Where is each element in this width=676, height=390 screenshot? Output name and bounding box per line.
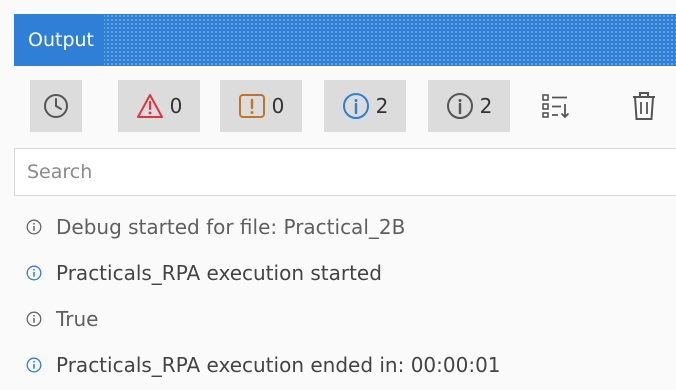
log-message: Practicals_RPA execution ended in: 00:00… xyxy=(56,353,501,377)
errors-filter-button[interactable]: 0 xyxy=(118,80,200,132)
output-toolbar: 0 0 2 2 xyxy=(14,66,676,146)
output-panel: Output 0 0 2 2 Search Debug started for … xyxy=(0,0,676,390)
info-circle-icon xyxy=(26,357,42,373)
trash-icon xyxy=(633,92,655,120)
warnings-count: 0 xyxy=(271,94,285,118)
list-collapse-icon xyxy=(542,94,570,119)
log-message: True xyxy=(56,307,99,331)
output-log: Debug started for file: Practical_2B Pra… xyxy=(14,204,676,388)
info-count: 2 xyxy=(375,94,389,118)
search-input[interactable] xyxy=(15,149,676,195)
info-circle-icon xyxy=(26,311,42,327)
info-circle-icon xyxy=(342,93,369,119)
exclamation-box-icon xyxy=(238,94,265,118)
info-circle-icon xyxy=(26,219,42,235)
trace-count: 2 xyxy=(479,94,493,118)
errors-count: 0 xyxy=(169,94,183,118)
timestamp-toggle-button[interactable] xyxy=(30,80,82,132)
warning-triangle-icon xyxy=(136,94,163,118)
info-circle-icon xyxy=(26,265,42,281)
info-circle-icon xyxy=(446,93,473,119)
clear-output-button[interactable] xyxy=(622,80,666,132)
log-entry[interactable]: Debug started for file: Practical_2B xyxy=(14,204,676,250)
trace-filter-button[interactable]: 2 xyxy=(428,80,510,132)
log-message: Debug started for file: Practical_2B xyxy=(56,215,406,239)
collapse-all-button[interactable] xyxy=(534,80,578,132)
panel-title: Output xyxy=(14,14,104,66)
log-entry[interactable]: True xyxy=(14,296,676,342)
log-entry[interactable]: Practicals_RPA execution started xyxy=(14,250,676,296)
warnings-filter-button[interactable]: 0 xyxy=(220,80,302,132)
info-filter-button[interactable]: 2 xyxy=(324,80,406,132)
clock-icon xyxy=(44,94,68,118)
output-title-bar[interactable]: Output xyxy=(14,14,676,66)
log-message: Practicals_RPA execution started xyxy=(56,261,382,285)
search-box xyxy=(14,148,676,196)
log-entry[interactable]: Practicals_RPA execution ended in: 00:00… xyxy=(14,342,676,388)
